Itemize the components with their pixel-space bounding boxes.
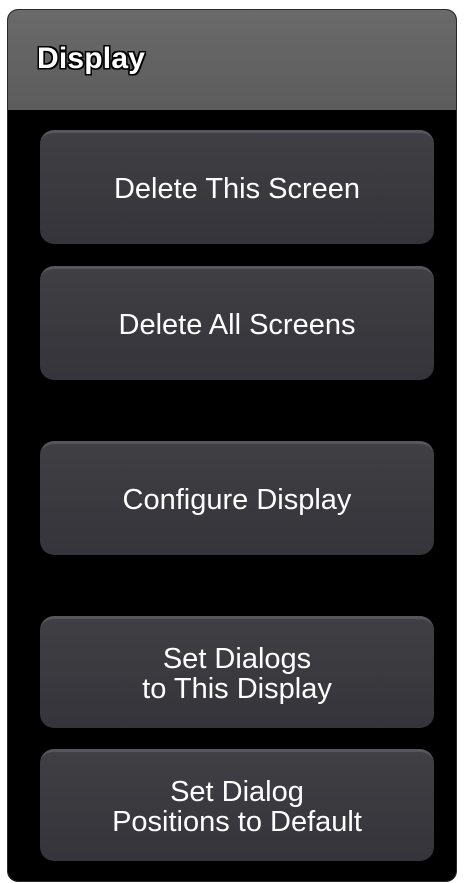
set-dialog-positions-default-button[interactable]: Set Dialog Positions to Default: [40, 749, 434, 861]
panel-title: Display: [37, 42, 146, 75]
delete-this-screen-button[interactable]: Delete This Screen: [40, 130, 434, 244]
delete-all-screens-button[interactable]: Delete All Screens: [40, 266, 434, 380]
display-panel: Display Delete This Screen Delete All Sc…: [8, 10, 456, 881]
panel-header: Display: [8, 10, 456, 110]
configure-display-button[interactable]: Configure Display: [40, 441, 434, 555]
set-dialogs-to-this-display-button[interactable]: Set Dialogs to This Display: [40, 616, 434, 728]
